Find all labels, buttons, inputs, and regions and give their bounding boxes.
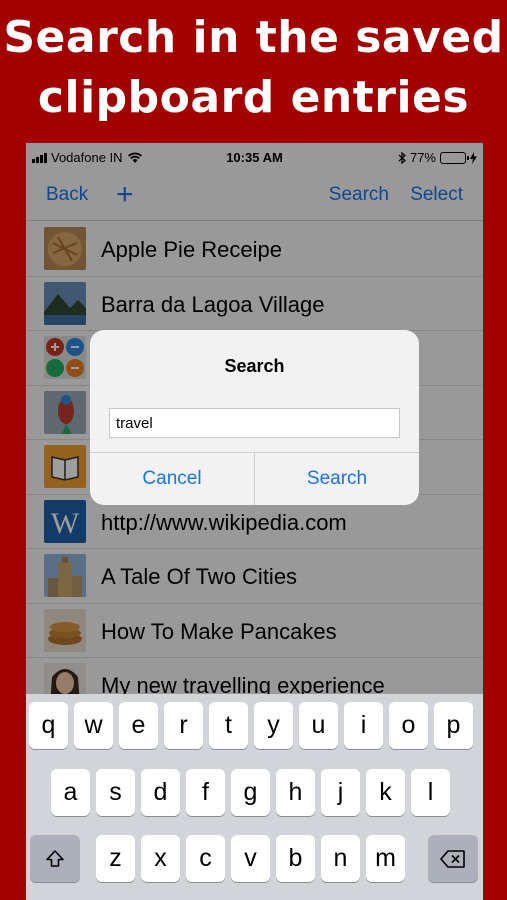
key-w[interactable]: w (74, 702, 113, 749)
headline-line-2: clipboard entries (37, 72, 470, 123)
key-r[interactable]: r (164, 702, 203, 749)
key-j[interactable]: j (321, 769, 360, 816)
promo-headline: Search in the saved clipboard entries (0, 8, 507, 128)
alert-button-row: Cancel Search (90, 452, 419, 505)
key-u[interactable]: u (299, 702, 338, 749)
key-n[interactable]: n (321, 835, 360, 882)
key-t[interactable]: t (209, 702, 248, 749)
key-m[interactable]: m (366, 835, 405, 882)
key-g[interactable]: g (231, 769, 270, 816)
key-c[interactable]: c (186, 835, 225, 882)
cancel-button[interactable]: Cancel (90, 453, 254, 505)
key-a[interactable]: a (51, 769, 90, 816)
key-d[interactable]: d (141, 769, 180, 816)
key-b[interactable]: b (276, 835, 315, 882)
search-alert-dialog: Search Cancel Search (90, 330, 419, 505)
key-o[interactable]: o (389, 702, 428, 749)
key-l[interactable]: l (411, 769, 450, 816)
key-z[interactable]: z (96, 835, 135, 882)
shift-icon[interactable] (30, 835, 80, 882)
key-y[interactable]: y (254, 702, 293, 749)
key-s[interactable]: s (96, 769, 135, 816)
key-q[interactable]: q (29, 702, 68, 749)
key-p[interactable]: p (434, 702, 473, 749)
key-v[interactable]: v (231, 835, 270, 882)
keyboard: q w e r t y u i o p a s d f g h j k l z (26, 694, 483, 900)
phone-screen: Vodafone IN 10:35 AM 77% Back + Search S… (26, 143, 483, 900)
backspace-icon[interactable] (428, 835, 478, 882)
key-e[interactable]: e (119, 702, 158, 749)
key-x[interactable]: x (141, 835, 180, 882)
alert-title: Search (224, 356, 285, 376)
key-i[interactable]: i (344, 702, 383, 749)
headline-line-1: Search in the saved (3, 12, 504, 63)
key-h[interactable]: h (276, 769, 315, 816)
key-f[interactable]: f (186, 769, 225, 816)
search-confirm-button[interactable]: Search (254, 453, 419, 505)
key-k[interactable]: k (366, 769, 405, 816)
search-input[interactable] (109, 408, 400, 438)
